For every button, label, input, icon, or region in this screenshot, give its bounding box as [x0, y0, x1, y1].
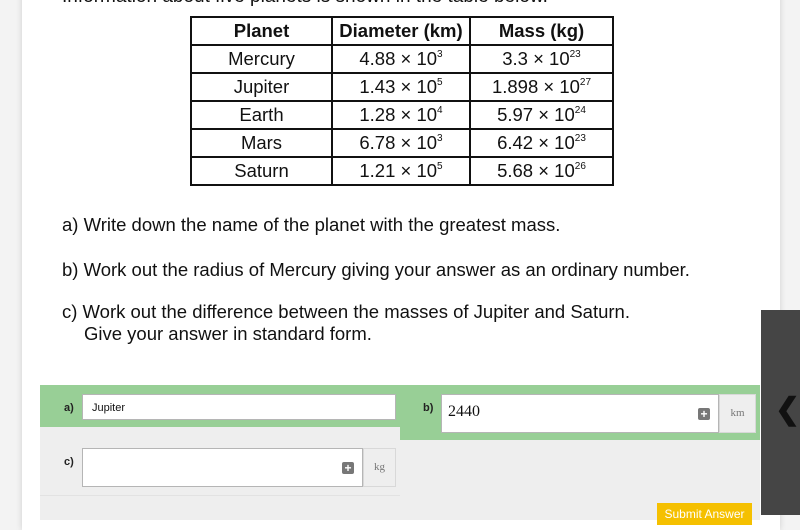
header-diameter: Diameter (km)	[331, 16, 471, 46]
table-row: Saturn 1.21 × 105 5.68 × 1026	[190, 156, 614, 186]
mass-cell: 6.42 × 1023	[469, 128, 614, 158]
diameter-cell: 1.28 × 104	[331, 100, 471, 130]
answer-b-unit: km	[719, 394, 756, 433]
plus-icon[interactable]: +	[342, 462, 354, 474]
answer-row-b: b) 2440 + km	[400, 385, 760, 440]
answer-a-value: Jupiter	[92, 402, 126, 414]
question-c-line1: c) Work out the difference between the m…	[62, 301, 630, 322]
question-b: b) Work out the radius of Mercury giving…	[62, 259, 690, 280]
answer-b-value: 2440	[448, 403, 480, 420]
diameter-cell: 1.43 × 105	[331, 72, 471, 102]
planets-table: Planet Diameter (km) Mass (kg) Mercury 4…	[190, 16, 614, 186]
table-row: Mercury 4.88 × 103 3.3 × 1023	[190, 44, 614, 74]
question-a: a) Write down the name of the planet wit…	[62, 214, 561, 235]
mass-cell: 5.68 × 1026	[469, 156, 614, 186]
planet-name: Mercury	[190, 44, 333, 74]
side-panel-toggle[interactable]: ❮	[761, 310, 800, 515]
answer-a-input[interactable]: Jupiter	[82, 394, 396, 420]
header-mass: Mass (kg)	[469, 16, 614, 46]
question-c-line2: Give your answer in standard form.	[84, 323, 372, 344]
question-c: c) Work out the difference between the m…	[62, 301, 630, 345]
answer-row-c: c) + kg	[40, 440, 400, 496]
diameter-cell: 4.88 × 103	[331, 44, 471, 74]
chevron-left-icon: ❮	[775, 393, 800, 426]
answer-row-a: a) Jupiter	[40, 385, 400, 427]
planet-name: Earth	[190, 100, 333, 130]
planet-name: Mars	[190, 128, 333, 158]
table-row: Earth 1.28 × 104 5.97 × 1024	[190, 100, 614, 130]
answer-a-label: a)	[64, 402, 74, 414]
answer-c-label: c)	[64, 456, 74, 468]
mass-cell: 5.97 × 1024	[469, 100, 614, 130]
planet-name: Jupiter	[190, 72, 333, 102]
answer-panel: a) Jupiter b) 2440 + km c) + kg	[40, 385, 760, 520]
table-row: Mars 6.78 × 103 6.42 × 1023	[190, 128, 614, 158]
planet-name: Saturn	[190, 156, 333, 186]
mass-cell: 1.898 × 1027	[469, 72, 614, 102]
answer-b-input[interactable]: 2440 +	[441, 394, 719, 433]
mass-cell: 3.3 × 1023	[469, 44, 614, 74]
answer-c-input[interactable]: +	[82, 448, 363, 487]
intro-text: Information about five planets is shown …	[62, 0, 548, 8]
header-planet: Planet	[190, 16, 333, 46]
plus-icon[interactable]: +	[698, 408, 710, 420]
table-header-row: Planet Diameter (km) Mass (kg)	[190, 16, 614, 46]
diameter-cell: 1.21 × 105	[331, 156, 471, 186]
answer-c-unit: kg	[363, 448, 396, 487]
table-row: Jupiter 1.43 × 105 1.898 × 1027	[190, 72, 614, 102]
submit-answer-button[interactable]: Submit Answer	[657, 503, 752, 525]
diameter-cell: 6.78 × 103	[331, 128, 471, 158]
answer-b-label: b)	[423, 402, 434, 414]
